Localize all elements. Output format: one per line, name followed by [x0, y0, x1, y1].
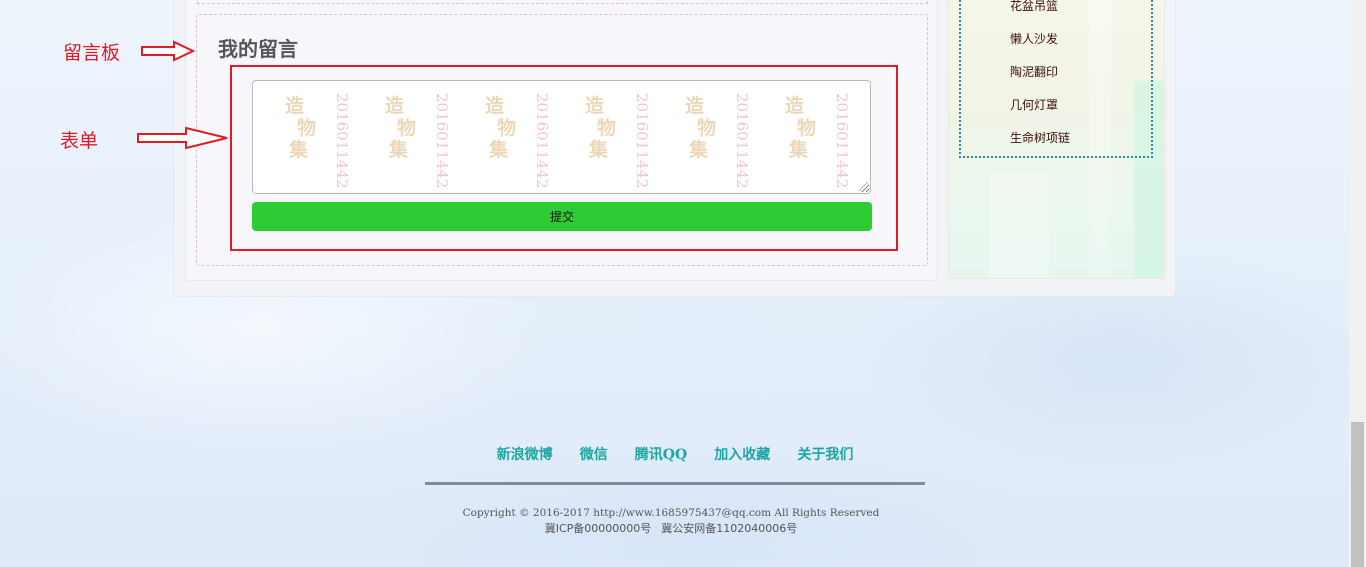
sidebar-item-lampshade[interactable]: 几何灯罩: [1010, 96, 1058, 113]
police-record-number: 冀公安网备1102040006号: [661, 522, 798, 535]
footer-divider: [425, 482, 925, 485]
annotation-label-guestbook: 留言板: [63, 42, 121, 64]
copyright-text: Copyright © 2016-2017 http://www.1685975…: [462, 507, 880, 519]
footer-link-qq[interactable]: 腾讯QQ: [635, 444, 687, 464]
sidebar-item-necklace[interactable]: 生命树项链: [1010, 129, 1070, 146]
sidebar-item-beanbag[interactable]: 懒人沙发: [1010, 30, 1058, 47]
icp-info: 冀ICP备00000000号 冀公安网备1102040006号: [371, 520, 971, 536]
previous-section-border: [197, 0, 928, 4]
footer-link-about[interactable]: 关于我们: [797, 444, 853, 464]
footer-nav: 新浪微博 微信 腾讯QQ 加入收藏 关于我们: [425, 444, 925, 468]
footer-link-wechat[interactable]: 微信: [580, 444, 608, 464]
icp-number: 冀ICP备00000000号: [544, 522, 652, 535]
sidebar-item-clay-print[interactable]: 陶泥翻印: [1010, 63, 1058, 80]
annotation-arrow-icon: [141, 40, 196, 62]
scrollbar-thumb[interactable]: [1351, 422, 1364, 567]
footer-link-weibo[interactable]: 新浪微博: [497, 444, 553, 464]
footer-link-favorite[interactable]: 加入收藏: [714, 444, 770, 464]
form-annotation-frame: [230, 65, 898, 251]
annotation-arrow-icon: [137, 126, 228, 150]
annotation-label-form: 表单: [60, 130, 99, 152]
sidebar-item-flowerpot[interactable]: 花盆吊篮: [1010, 0, 1058, 14]
guestbook-title: 我的留言: [218, 37, 298, 61]
